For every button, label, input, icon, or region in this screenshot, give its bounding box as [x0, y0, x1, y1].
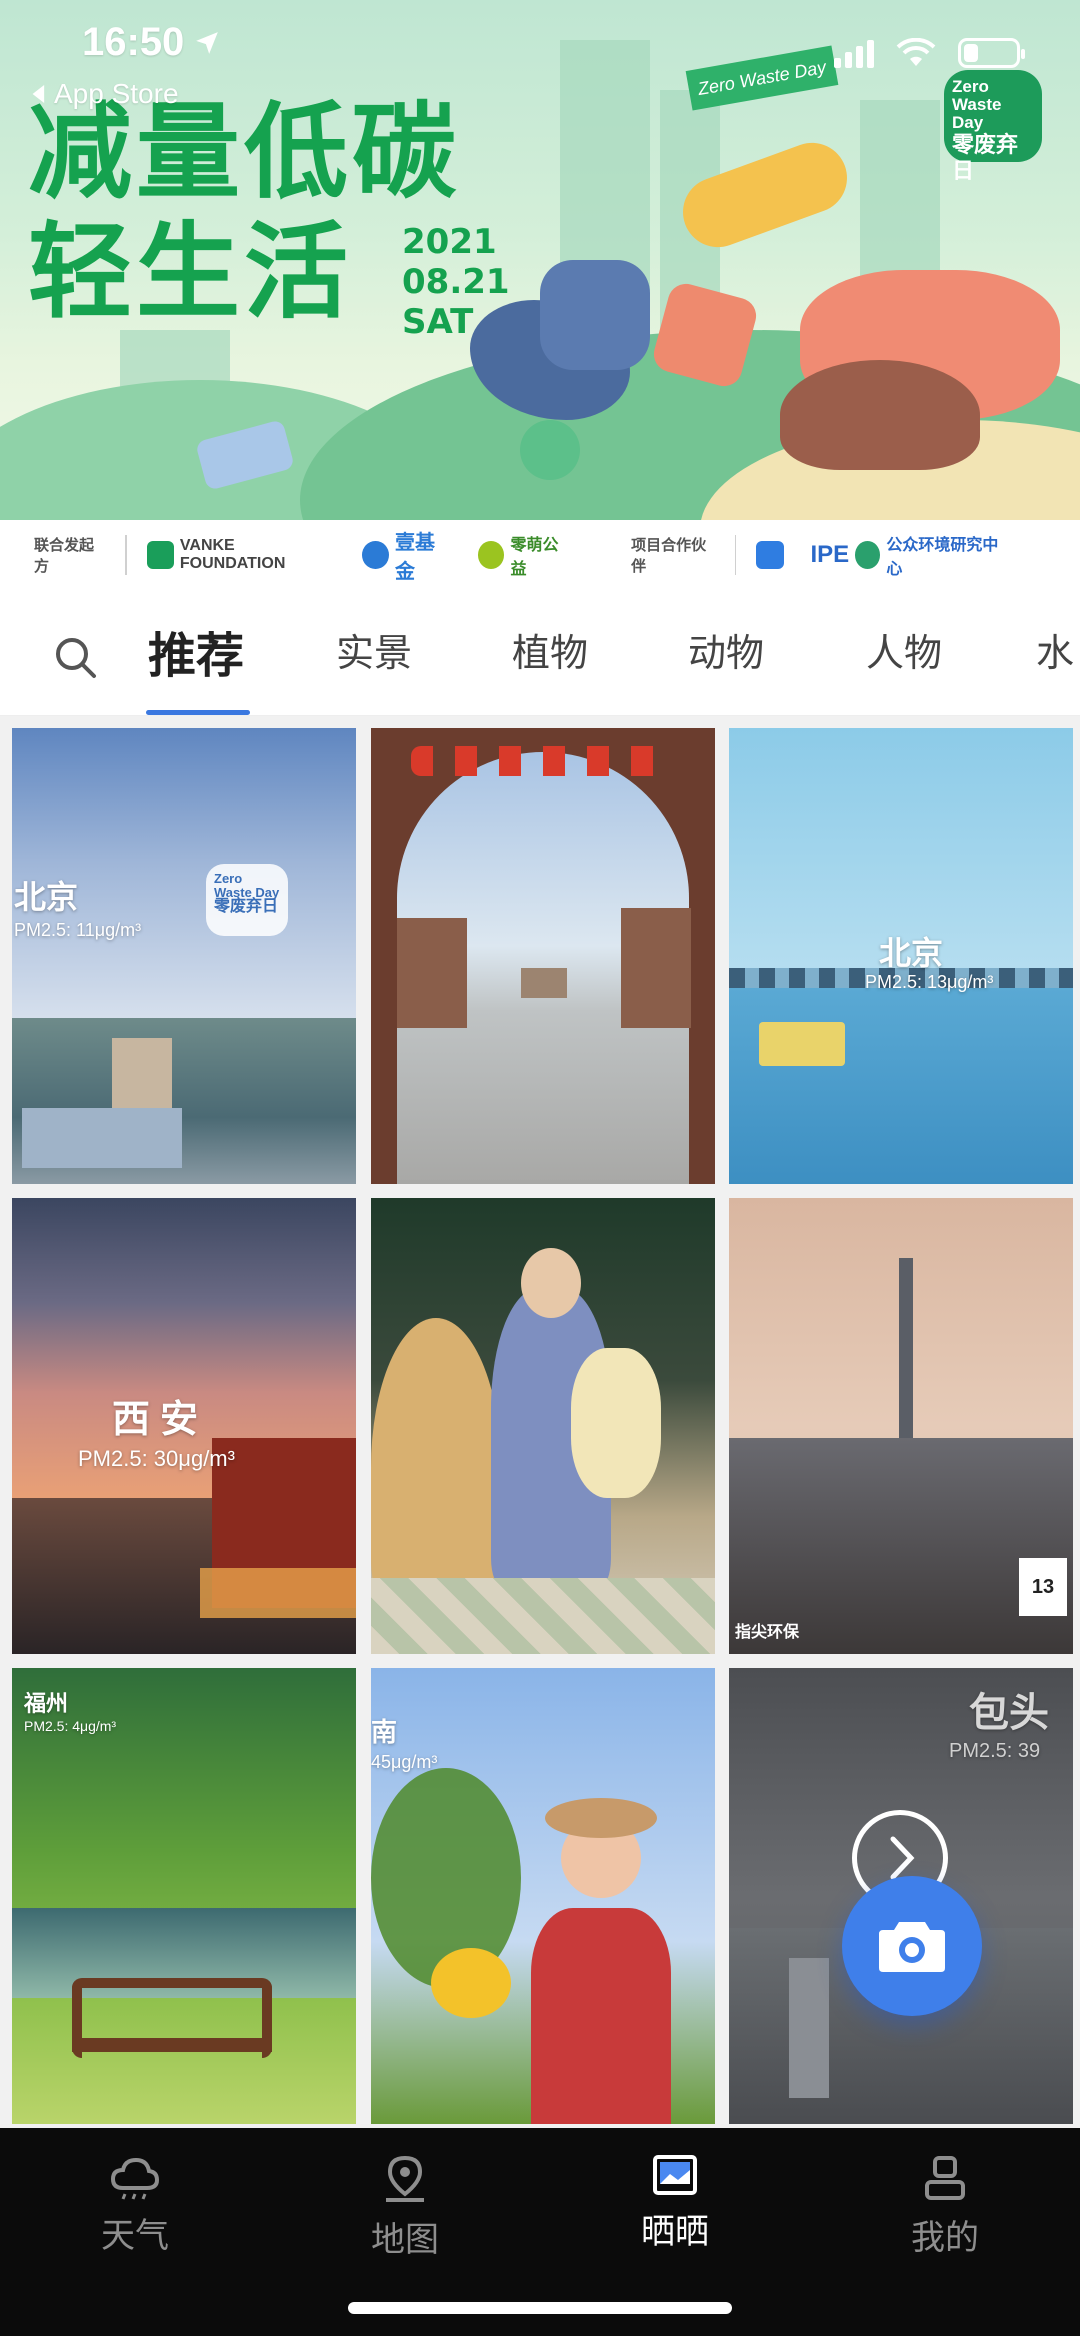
nav-label: 天气 [101, 2217, 169, 2255]
nav-profile[interactable]: 我的 [810, 2128, 1080, 2288]
profile-icon [925, 2156, 965, 2200]
brand-watermark: 指尖环保 [735, 1624, 800, 1641]
tab-plants[interactable]: 植物 [512, 622, 588, 677]
zero-waste-watermark: Zero Waste Day 零废弃日 [206, 864, 288, 936]
active-tab-indicator [146, 710, 250, 715]
partner-logo-ipe: IPE 公众环境研究中心 [810, 537, 999, 578]
tab-animals[interactable]: 动物 [688, 622, 764, 677]
photo-tile[interactable]: 北京 PM2.5: 11μg/m³ Zero Waste Day 零废弃日 [12, 728, 356, 1184]
sponsor-strip: 联合发起方 VANKE FOUNDATION 壹基金 零萌公益 项目合作伙伴 I… [0, 520, 1080, 590]
category-tabs: 推荐 实景 植物 动物 人物 水 [0, 600, 1080, 716]
nav-weather[interactable]: 天气 [0, 2128, 270, 2288]
nav-label: 地图 [371, 2221, 439, 2259]
photo-pm-label: 45μg/m³ [371, 1752, 438, 1772]
photo-tile[interactable] [371, 728, 715, 1184]
tab-water[interactable]: 水 [1036, 622, 1074, 677]
photo-tile[interactable]: 南 45μg/m³ [371, 1668, 715, 2124]
photo-pm-label: PM2.5: 13μg/m³ [865, 972, 994, 992]
nav-share-photos[interactable]: 晒晒 [540, 2128, 810, 2288]
nav-label: 晒晒 [641, 2213, 709, 2251]
status-time: 16:50 [82, 20, 220, 65]
photo-city-label: 北京 [879, 935, 944, 971]
sponsor-logo-one-foundation: 壹基金 [362, 526, 451, 584]
sponsor-logo-lingmeng: 零萌公益 [477, 531, 571, 579]
tab-people[interactable]: 人物 [866, 622, 942, 677]
search-icon[interactable] [52, 634, 100, 682]
photo-tile[interactable]: 北京 PM2.5: 13μg/m³ [729, 728, 1073, 1184]
photo-city-label: 西安 [112, 1399, 209, 1441]
photo-pm-label: PM2.5: 4μg/m³ [24, 1718, 117, 1734]
sponsor-logo-vanke: VANKE FOUNDATION [147, 537, 336, 573]
camera-button[interactable] [842, 1876, 982, 2016]
camera-icon [879, 1922, 945, 1972]
nav-map[interactable]: 地图 [270, 2128, 540, 2288]
partner-logo-app [756, 541, 785, 569]
wifi-icon [896, 38, 936, 66]
photo-pm-label: PM2.5: 30μg/m³ [78, 1446, 235, 1471]
tab-recommended[interactable]: 推荐 [148, 616, 244, 686]
photo-city-label: 北京 [14, 879, 79, 915]
back-to-app-store[interactable]: App Store [32, 78, 179, 110]
photo-city-label: 包头 [969, 1691, 1049, 1735]
photo-tile[interactable] [371, 1198, 715, 1654]
partner-label: 项目合作伙伴 [631, 537, 707, 575]
photo-tile[interactable]: 西安 PM2.5: 30μg/m³ [12, 1198, 356, 1654]
battery-icon [958, 38, 1025, 68]
photo-city-label: 福州 [24, 1691, 69, 1716]
tab-scenery[interactable]: 实景 [336, 622, 412, 677]
back-triangle-icon [32, 85, 45, 103]
map-pin-icon [386, 2155, 424, 2202]
photo-pm-label: PM2.5: 39 [949, 1740, 1041, 1762]
cellular-signal-icon [834, 38, 874, 68]
initiator-label: 联合发起方 [34, 537, 95, 575]
nav-label: 我的 [911, 2219, 979, 2257]
photo-pm-label: PM2.5: 11μg/m³ [14, 920, 142, 940]
photo-tile[interactable]: 指尖环保 13 [729, 1198, 1073, 1654]
location-arrow-icon [196, 31, 219, 54]
banner-date: 2021 08.21 SAT [402, 222, 510, 342]
photo-city-label: 南 [371, 1717, 398, 1747]
photo-icon [653, 2155, 697, 2195]
status-bar: 16:50 App Store [0, 0, 1080, 120]
photo-tile[interactable]: 福州 PM2.5: 4μg/m³ [12, 1668, 356, 2124]
banner-title: 减量低碳 轻生活 [28, 91, 461, 333]
date-box: 13 [1019, 1558, 1067, 1616]
cloud-icon [110, 2157, 160, 2200]
home-indicator[interactable] [348, 2302, 732, 2314]
